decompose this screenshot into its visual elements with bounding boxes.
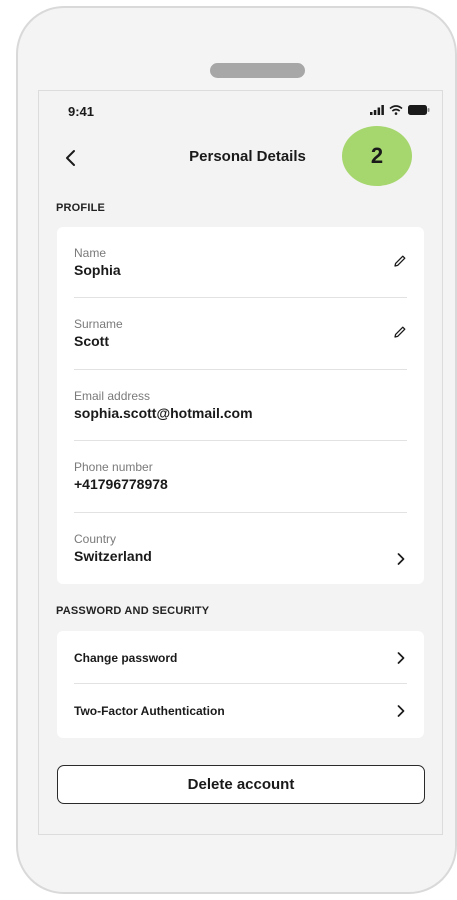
field-value: Switzerland — [74, 547, 152, 564]
field-name: Name Sophia — [74, 227, 407, 299]
chevron-right-icon — [397, 552, 405, 565]
field-value: sophia.scott@hotmail.com — [74, 404, 253, 421]
status-time: 9:41 — [68, 104, 95, 119]
item-label: Change password — [74, 651, 178, 665]
security-card: Change password Two-Factor Authenticatio… — [57, 631, 424, 738]
app-screen: 9:41 Personal Details 2 PROFILE Name Sop… — [38, 90, 443, 835]
field-value: +41796778978 — [74, 476, 168, 493]
edit-icon[interactable] — [393, 254, 407, 268]
two-factor-item[interactable]: Two-Factor Authentication — [74, 684, 407, 737]
change-password-item[interactable]: Change password — [74, 631, 407, 684]
delete-account-button[interactable]: Delete account — [57, 765, 425, 804]
chevron-right-icon — [397, 652, 405, 664]
field-value: Scott — [74, 333, 109, 350]
status-bar: 9:41 — [39, 91, 442, 131]
field-label: Email address — [74, 388, 151, 403]
field-email: Email address sophia.scott@hotmail.com — [74, 370, 407, 442]
item-label: Two-Factor Authentication — [74, 704, 225, 718]
phone-speaker — [210, 63, 305, 78]
battery-icon — [408, 105, 430, 115]
field-label: Surname — [74, 317, 123, 332]
wifi-icon — [389, 105, 403, 115]
field-label: Country — [74, 531, 117, 546]
field-label: Name — [74, 246, 107, 260]
section-label-profile: PROFILE — [56, 202, 106, 214]
field-label: Phone number — [74, 460, 153, 475]
signal-icon — [370, 105, 384, 115]
field-phone: Phone number +41796778978 — [74, 441, 407, 513]
field-country[interactable]: Country Switzerland — [74, 513, 407, 584]
edit-icon[interactable] — [393, 325, 407, 339]
status-icons — [370, 105, 430, 115]
field-surname: Surname Scott — [74, 298, 407, 370]
step-badge: 2 — [342, 126, 412, 186]
profile-card: Name Sophia Surname Scott Email address … — [57, 227, 424, 584]
chevron-right-icon — [397, 705, 405, 717]
field-value: Sophia — [74, 262, 121, 278]
section-label-security: PASSWORD AND SECURITY — [56, 605, 210, 617]
